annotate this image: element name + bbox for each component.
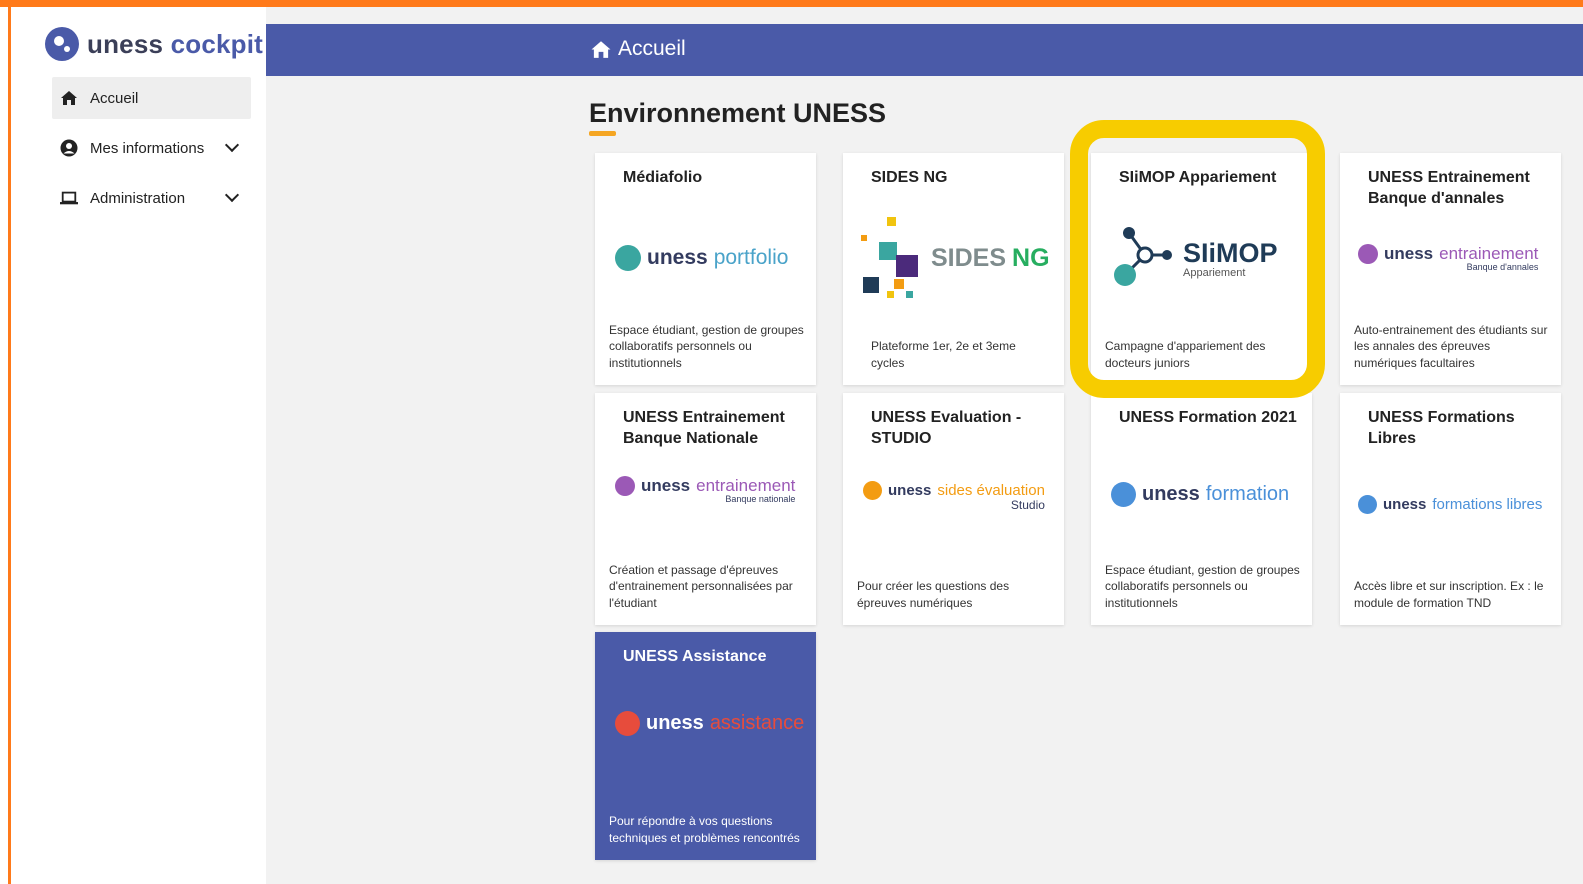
app-card-formation-2021[interactable]: UNESS Formation 2021 uness formation Esp… xyxy=(1091,393,1312,625)
sidebar-item-label: Administration xyxy=(90,189,186,207)
entrainement-annales-logo: uness entrainement Banque d'annales xyxy=(1358,223,1547,293)
formation-logo-icon xyxy=(1111,481,1136,507)
card-title: UNESS Entrainement Banque Nationale xyxy=(623,409,785,447)
app-card-evaluation-studio[interactable]: UNESS Evaluation - STUDIO uness sides év… xyxy=(843,393,1064,625)
sidebar-item-administration[interactable]: Administration xyxy=(52,177,251,219)
evaluation-studio-logo: uness sides évaluation Studio xyxy=(863,461,1050,531)
yellow-highlight-annotation xyxy=(1070,120,1325,398)
app-card-entrainement-annales[interactable]: UNESS Entrainement Banque d'annales unes… xyxy=(1340,153,1561,385)
sides-ng-squares-icon xyxy=(861,217,918,298)
formation-logo-icon xyxy=(1358,494,1377,514)
chevron-down-icon[interactable] xyxy=(224,187,240,203)
app-card-assistance[interactable]: UNESS Assistance uness assistance Pour r… xyxy=(595,632,816,860)
card-description: Accès libre et sur inscription. Ex : le … xyxy=(1354,579,1544,610)
sides-ng-logo: SIDES NG xyxy=(861,217,1050,298)
card-title: UNESS Formation 2021 xyxy=(1119,409,1297,426)
assistance-logo: uness assistance xyxy=(615,688,804,758)
card-description: Plateforme 1er, 2e et 3eme cycles xyxy=(871,339,1016,370)
entrainement-logo-icon xyxy=(615,476,635,496)
entrainement-nationale-logo: uness entrainement Banque nationale xyxy=(615,455,802,525)
card-title: UNESS Evaluation - STUDIO xyxy=(871,409,1022,447)
card-title: UNESS Assistance xyxy=(623,648,767,665)
app-card-mediafolio[interactable]: Médiafolio uness portfolio Espace étudia… xyxy=(595,153,816,385)
assistance-logo-icon xyxy=(615,710,640,736)
formation-logo: uness formation xyxy=(1111,459,1298,529)
card-title: SIDES NG xyxy=(871,169,948,186)
app-card-entrainement-nationale[interactable]: UNESS Entrainement Banque Nationale unes… xyxy=(595,393,816,625)
app-logo-text: uness cockpit xyxy=(87,28,264,59)
user-circle-icon xyxy=(60,139,78,157)
home-icon xyxy=(60,89,78,107)
card-description: Pour créer les questions des épreuves nu… xyxy=(857,579,1010,610)
orange-frame-top xyxy=(0,0,1583,7)
uness-logo-icon xyxy=(45,27,79,61)
app-card-sides-ng[interactable]: SIDES NG SIDES NG Plateforme 1er, 2e et … xyxy=(843,153,1064,385)
card-title: UNESS Entrainement Banque d'annales xyxy=(1368,169,1530,207)
chevron-down-icon[interactable] xyxy=(224,137,240,153)
page-title: Accueil xyxy=(590,37,686,61)
laptop-icon xyxy=(60,189,78,207)
card-title: UNESS Formations Libres xyxy=(1368,409,1515,447)
portfolio-logo-icon xyxy=(615,245,641,271)
page-title-text: Accueil xyxy=(618,37,686,60)
app-logo[interactable]: uness cockpit xyxy=(45,27,263,61)
sidebar-item-label: Mes informations xyxy=(90,139,205,157)
formations-libres-logo: uness formations libres xyxy=(1358,469,1547,539)
card-description: Pour répondre à vos questions techniques… xyxy=(609,814,800,845)
top-header-bar: Accueil xyxy=(266,24,1583,76)
section-title: Environnement UNESS xyxy=(589,98,887,128)
section-title-underline xyxy=(589,131,616,136)
card-description: Création et passage d'épreuves d'entrain… xyxy=(609,562,793,610)
app-card-formations-libres[interactable]: UNESS Formations Libres uness formations… xyxy=(1340,393,1561,625)
sidebar-item-label: Accueil xyxy=(90,89,139,107)
evaluation-logo-icon xyxy=(863,480,882,500)
sidebar-nav: Accueil Mes informations Administration xyxy=(52,77,251,227)
entrainement-logo-icon xyxy=(1358,244,1378,264)
card-description: Espace étudiant, gestion de groupes coll… xyxy=(609,322,804,370)
sidebar-item-accueil[interactable]: Accueil xyxy=(52,77,251,119)
card-title: Médiafolio xyxy=(623,169,703,186)
card-description: Auto-entrainement des étudiants sur les … xyxy=(1354,322,1548,370)
home-icon xyxy=(591,40,611,58)
card-description: Espace étudiant, gestion de groupes coll… xyxy=(1105,562,1300,610)
sidebar-item-mes-informations[interactable]: Mes informations xyxy=(52,127,251,169)
portfolio-logo: uness portfolio xyxy=(615,223,802,293)
sidebar: uness cockpit Accueil Mes informations A… xyxy=(11,7,266,884)
